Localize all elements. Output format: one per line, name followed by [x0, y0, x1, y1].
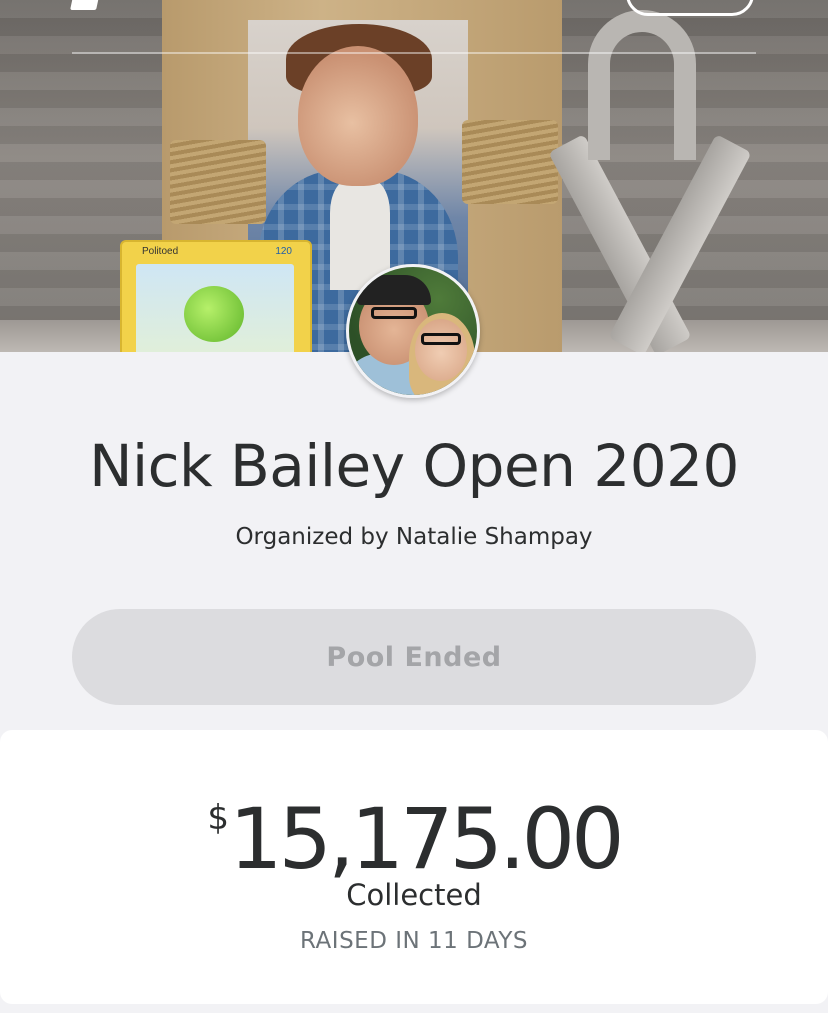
card-hp: 120	[275, 246, 292, 257]
currency-symbol: $	[207, 798, 230, 838]
pool-ended-button[interactable]: Pool Ended	[72, 609, 756, 705]
avatar-person2-face	[415, 319, 467, 381]
pool-title: Nick Bailey Open 2020	[89, 432, 739, 500]
organizer-label: Organized by Natalie Shampay	[235, 524, 593, 550]
share-button[interactable]	[626, 0, 754, 16]
card-art	[136, 264, 294, 352]
avatar-person1-cap	[357, 275, 431, 305]
organizer-avatar	[346, 264, 480, 398]
photo-face	[298, 46, 418, 186]
twine-wrap-right	[462, 120, 558, 204]
trading-card: Politoed 120	[120, 240, 312, 352]
avatar-glasses-icon	[371, 307, 417, 319]
awareness-ribbon-icon	[588, 10, 696, 160]
amount-card: $15,175.00 Collected RAISED IN 11 DAYS	[0, 730, 828, 1004]
amount-line: $15,175.00	[0, 790, 828, 888]
collected-label: Collected	[346, 878, 482, 912]
collected-amount: 15,175.00	[229, 790, 625, 888]
raised-duration: RAISED IN 11 DAYS	[300, 928, 528, 954]
card-name: Politoed	[142, 246, 179, 257]
pool-page: Politoed 120 Nick Bailey Open 2020 Organ…	[0, 0, 828, 1013]
twine-wrap-left	[170, 140, 266, 224]
avatar-glasses-icon	[421, 333, 461, 345]
header-divider	[72, 52, 756, 54]
logo-icon[interactable]	[70, 0, 100, 10]
card-creature	[184, 286, 244, 342]
